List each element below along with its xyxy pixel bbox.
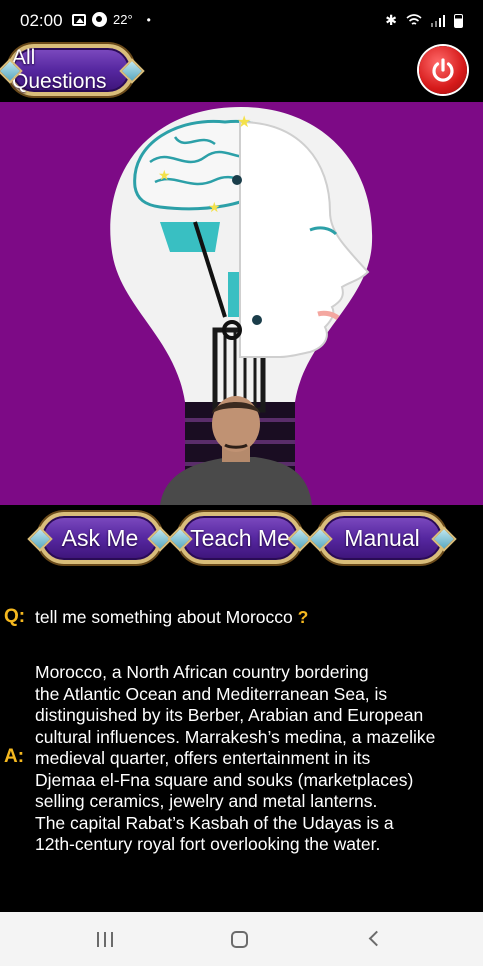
ornament-left-icon: [307, 526, 333, 552]
manual-label: Manual: [344, 524, 420, 551]
answer-line: medieval quarter, offers entertainment i…: [35, 748, 371, 768]
status-bar: 02:00 22° • ✱: [0, 0, 483, 40]
gallery-icon: [72, 13, 86, 26]
answer-line: The capital Rabat’s Kasbah of the Udayas…: [35, 812, 394, 833]
teach-me-button[interactable]: Teach Me: [167, 512, 313, 564]
svg-text:★: ★: [208, 199, 221, 215]
ai-lightbulb-brain-head-icon: ★ ★ ★: [110, 107, 373, 505]
status-icons-right: ✱: [385, 12, 463, 29]
answer-text: Morocco, a North African country borderi…: [35, 662, 475, 856]
ornament-right-icon: [431, 526, 457, 552]
svg-text:★: ★: [237, 114, 251, 131]
teach-me-label: Teach Me: [190, 524, 290, 551]
bluetooth-icon: ✱: [385, 12, 397, 28]
ask-me-button[interactable]: Ask Me: [27, 512, 173, 564]
all-questions-button[interactable]: All Questions: [0, 44, 145, 96]
answer-line: Djemaa el-Fna square and souks (marketpl…: [35, 769, 414, 790]
signal-icon: [431, 14, 445, 27]
answer-label: A:: [4, 746, 25, 767]
hero-illustration: ★ ★ ★: [0, 102, 483, 505]
temperature: 22°: [113, 12, 133, 27]
ornament-left-icon: [167, 526, 193, 552]
ask-me-label: Ask Me: [61, 524, 139, 551]
status-icons-left: 22° •: [72, 12, 151, 27]
question-mark: ?: [297, 607, 309, 627]
ornament-left-icon: [27, 526, 53, 552]
home-button[interactable]: [231, 931, 248, 948]
svg-text:★: ★: [158, 167, 171, 183]
answer-line: 12th-century royal fort overlooking the …: [35, 834, 381, 854]
recent-apps-button[interactable]: [97, 932, 113, 947]
power-button[interactable]: [419, 46, 467, 94]
answer-line: cultural influences. Marrakesh’s medina,…: [35, 726, 436, 747]
answer-line: selling ceramics, jewelry and metal lant…: [35, 791, 378, 811]
navigation-bar: [0, 912, 483, 966]
manual-button[interactable]: Manual: [307, 512, 457, 564]
power-icon: [432, 58, 454, 82]
question-label: Q:: [4, 606, 26, 627]
status-time: 02:00: [20, 11, 63, 30]
question-text: tell me something about Morocco ?: [35, 607, 308, 628]
back-button[interactable]: [368, 930, 385, 947]
all-questions-label: All Questions: [12, 46, 107, 93]
sync-icon: [92, 12, 107, 27]
answer-line: the Atlantic Ocean and Mediterranean Sea…: [35, 683, 388, 704]
answer-line: distinguished by its Berber, Arabian and…: [35, 705, 424, 725]
battery-icon: [454, 13, 463, 28]
notification-dot: •: [146, 12, 151, 27]
answer-line: Morocco, a North African country borderi…: [35, 662, 369, 682]
wifi-icon: [406, 14, 422, 25]
question-content: tell me something about Morocco: [35, 607, 293, 627]
